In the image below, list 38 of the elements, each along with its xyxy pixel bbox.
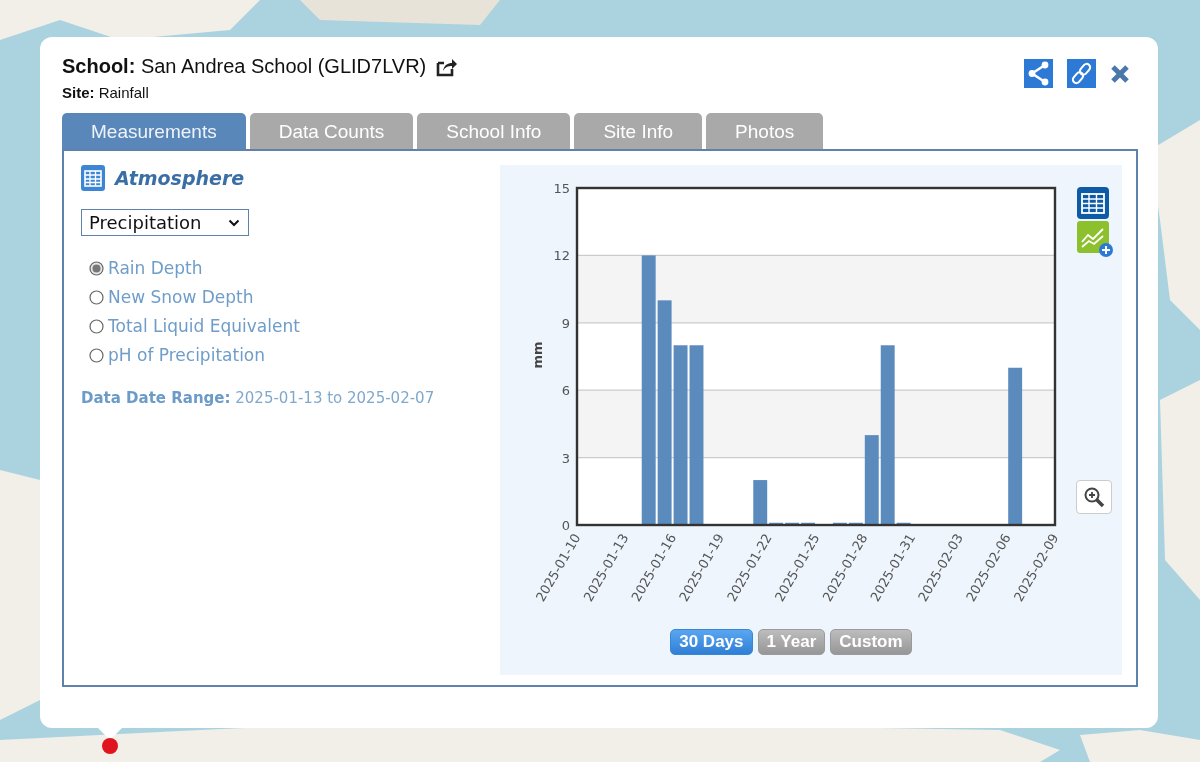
axis-tick-label: 9 [561,315,570,331]
external-link-icon[interactable] [436,56,459,77]
radio-button[interactable] [89,289,104,305]
date-range: Data Date Range: 2025-01-13 to 2025-02-07 [81,389,436,407]
axis-tick-label: 12 [553,248,570,264]
close-icon[interactable] [1110,63,1130,84]
school-title: School: San Andrea School (GLID7LVR) [62,55,427,78]
range-button[interactable]: 1 Year [757,629,826,655]
axis-title: mm [529,341,545,369]
range-button[interactable]: Custom [830,629,912,655]
axis-tick-label: 15 [553,181,570,196]
section-title: Atmosphere [115,167,245,189]
radio-label[interactable]: Rain Depth [108,258,203,278]
radio-button[interactable] [89,347,104,363]
zoom-button[interactable] [1075,480,1112,514]
radio-button[interactable] [89,260,104,276]
tab[interactable]: Measurements [62,113,246,149]
tab[interactable]: Photos [706,113,824,149]
tab[interactable]: Site Info [574,113,703,149]
axis-tick-label: 0 [561,518,570,533]
tab[interactable]: School Info [417,113,571,149]
table-icon[interactable] [81,165,105,191]
radio-label[interactable]: New Snow Depth [108,287,254,307]
table-icon[interactable] [1075,186,1110,220]
radio-button[interactable] [89,318,104,334]
zoom-in-icon [1082,486,1105,508]
share-icon[interactable] [1024,59,1053,88]
add-chart-icon[interactable] [1075,220,1114,258]
site-label: Site: Rainfall [62,84,150,101]
link-icon[interactable] [1067,59,1096,88]
axis-tick-label: 3 [561,450,570,466]
radio-label[interactable]: pH of Precipitation [108,345,266,365]
chevron-icon [227,218,240,227]
radio-label[interactable]: Total Liquid Equivalent [108,316,300,336]
dropdown[interactable]: Precipitation [81,209,249,236]
range-button[interactable]: 30 Days [670,629,753,655]
axis-tick-label: 6 [561,383,570,399]
tab[interactable]: Data Counts [249,113,414,149]
